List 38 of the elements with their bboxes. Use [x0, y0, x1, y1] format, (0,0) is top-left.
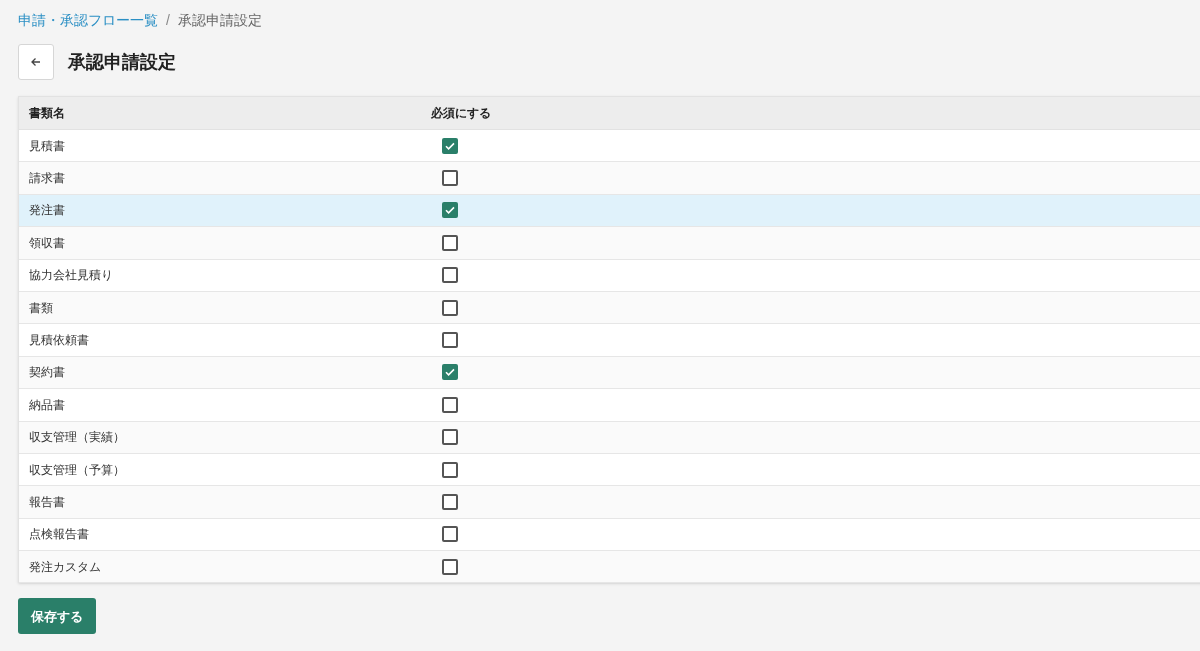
- document-name: 発注書: [28, 202, 66, 220]
- breadcrumb-current: 承認申請設定: [177, 10, 262, 30]
- document-name: 報告書: [28, 494, 66, 511]
- document-name: 点検報告書: [28, 526, 90, 544]
- document-name: 見積依頼書: [28, 332, 90, 350]
- save-button[interactable]: 保存する: [18, 598, 96, 635]
- required-checkbox[interactable]: [442, 526, 458, 543]
- document-name: 発注カスタム: [28, 558, 102, 576]
- breadcrumb-separator: /: [166, 10, 170, 30]
- required-checkbox[interactable]: [442, 267, 458, 284]
- document-name: 見積書: [28, 137, 66, 155]
- document-name: 収支管理（予算）: [28, 461, 126, 479]
- document-name: 契約書: [28, 364, 66, 382]
- document-name: 納品書: [28, 396, 66, 414]
- required-checkbox[interactable]: [442, 137, 458, 154]
- required-checkbox[interactable]: [442, 396, 458, 413]
- document-name: 協力会社見積り: [28, 267, 114, 285]
- column-header: 必須にする: [431, 105, 491, 122]
- required-checkbox[interactable]: [442, 234, 458, 251]
- required-checkbox[interactable]: [442, 429, 458, 446]
- required-checkbox[interactable]: [442, 299, 458, 316]
- checkmark-icon: [444, 204, 456, 217]
- required-checkbox[interactable]: [442, 558, 458, 575]
- document-name: 請求書: [28, 170, 66, 188]
- required-checkbox[interactable]: [442, 170, 458, 187]
- back-arrow-icon: [30, 56, 42, 68]
- column-header: 書類名: [28, 105, 66, 122]
- document-name: 収支管理（実績）: [28, 429, 126, 447]
- document-name: 書類: [28, 299, 54, 317]
- breadcrumb-link[interactable]: 申請・承認フロー一覧: [18, 9, 158, 31]
- required-checkbox[interactable]: [442, 202, 458, 219]
- required-checkbox[interactable]: [442, 461, 458, 478]
- required-checkbox[interactable]: [442, 494, 458, 510]
- checkmark-icon: [444, 366, 456, 379]
- page-title: 承認申請設定: [68, 50, 176, 74]
- document-name: 領収書: [28, 234, 66, 252]
- required-checkbox[interactable]: [442, 332, 458, 349]
- required-checkbox[interactable]: [442, 364, 458, 381]
